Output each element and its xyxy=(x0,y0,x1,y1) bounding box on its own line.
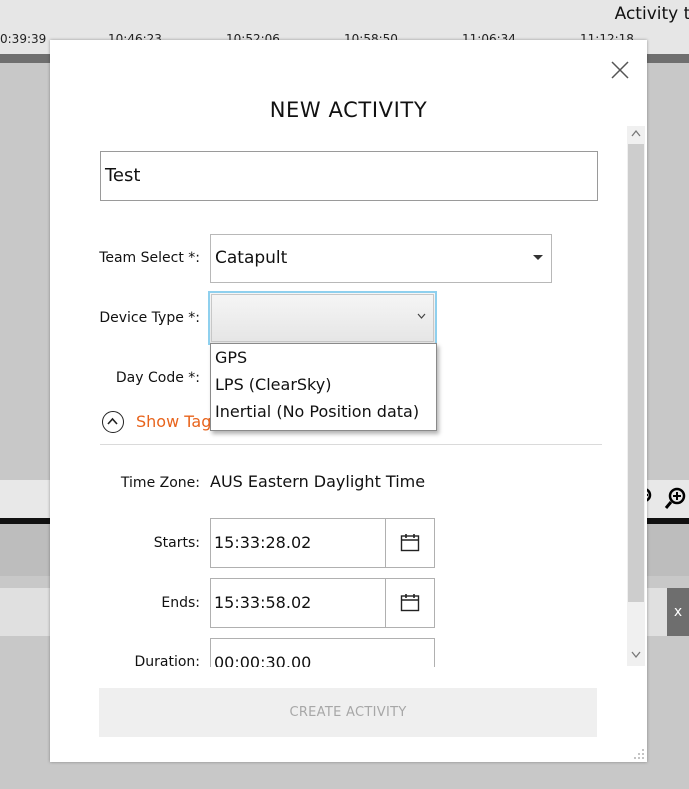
zoom-in-icon[interactable] xyxy=(664,487,688,516)
scroll-up-icon[interactable] xyxy=(627,126,645,144)
starts-calendar-button[interactable] xyxy=(385,518,435,568)
time-zone-label: Time Zone: xyxy=(120,475,200,491)
section-divider xyxy=(100,444,602,445)
device-type-dropdown: GPS LPS (ClearSky) Inertial (No Position… xyxy=(210,343,437,431)
device-option-inertial[interactable]: Inertial (No Position data) xyxy=(211,398,436,425)
create-activity-button[interactable]: CREATE ACTIVITY xyxy=(99,688,597,737)
team-select-label: Team Select *: xyxy=(99,250,200,266)
ends-label: Ends: xyxy=(161,595,200,611)
show-tags-link[interactable]: Show Tags xyxy=(136,412,220,431)
team-select-value: Catapult xyxy=(215,248,288,268)
device-type-label: Device Type *: xyxy=(99,310,200,326)
caret-down-icon xyxy=(533,255,543,260)
app-title: Activity ti xyxy=(614,4,689,24)
ends-calendar-button[interactable] xyxy=(385,578,435,628)
device-option-lps[interactable]: LPS (ClearSky) xyxy=(211,371,436,398)
timeline-tick: 0:39:39 xyxy=(0,32,47,46)
new-activity-dialog: NEW ACTIVITY Test Team Select *: Catapul… xyxy=(50,40,647,762)
calendar-icon xyxy=(400,594,420,612)
scroll-down-icon[interactable] xyxy=(627,648,645,666)
dialog-title: NEW ACTIVITY xyxy=(269,98,428,122)
app-close-button[interactable]: x xyxy=(667,588,689,636)
resize-grip-icon[interactable] xyxy=(633,748,645,760)
scrollbar-thumb[interactable] xyxy=(628,144,644,602)
ends-input[interactable]: 15:33:58.02 xyxy=(210,578,386,628)
time-zone-value: AUS Eastern Daylight Time xyxy=(210,472,426,491)
starts-input[interactable]: 15:33:28.02 xyxy=(210,518,386,568)
starts-label: Starts: xyxy=(153,535,200,551)
device-type-select[interactable] xyxy=(208,291,437,345)
day-code-label: Day Code *: xyxy=(115,370,200,386)
calendar-icon xyxy=(400,534,420,552)
team-select[interactable]: Catapult xyxy=(210,234,552,283)
activity-name-input[interactable]: Test xyxy=(100,151,598,201)
device-type-value xyxy=(211,294,434,342)
close-icon[interactable] xyxy=(607,57,633,83)
device-option-gps[interactable]: GPS xyxy=(211,344,436,371)
chevron-down-icon xyxy=(417,308,426,322)
chevron-up-circle-icon[interactable] xyxy=(102,411,124,433)
